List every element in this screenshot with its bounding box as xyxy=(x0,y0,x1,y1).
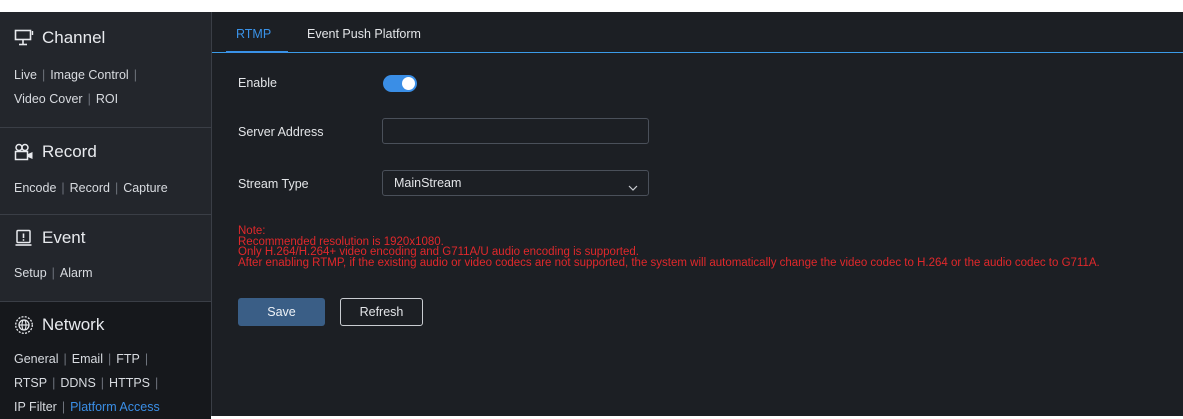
network-links: General | Email | FTP | RTSP | DDNS | HTTPS | IP F… xyxy=(14,352,160,414)
sidebar-link-ddns[interactable]: DDNS xyxy=(60,376,95,390)
note-line-codec-change: After enabling RTMP, if the existing aud… xyxy=(238,256,1100,269)
sidebar-section-channel: Channel Live | Image Control | Video Cover |… xyxy=(0,12,211,128)
stream-type-value: MainStream xyxy=(394,176,462,190)
note-block: Note: Recommended resolution is 1920x108… xyxy=(238,226,1100,268)
sidebar-link-email[interactable]: Email xyxy=(72,352,103,366)
sidebar-title-network: Network xyxy=(42,314,105,334)
sidebar-title-event: Event xyxy=(42,228,86,247)
sidebar-header-event[interactable]: Event xyxy=(0,215,211,261)
sidebar-link-roi[interactable]: ROI xyxy=(96,92,118,106)
refresh-button[interactable]: Refresh xyxy=(340,298,423,326)
sidebar-link-platform-access[interactable]: Platform Access xyxy=(70,400,160,414)
sidebar-link-setup[interactable]: Setup xyxy=(14,266,47,280)
event-links: Setup | Alarm xyxy=(14,266,93,280)
save-button[interactable]: Save xyxy=(238,298,325,326)
sidebar-header-channel[interactable]: Channel xyxy=(0,12,211,63)
tab-rtmp[interactable]: RTMP xyxy=(226,12,288,53)
monitor-icon xyxy=(14,28,34,48)
sidebar-link-capture[interactable]: Capture xyxy=(123,181,167,195)
stream-type-select[interactable]: MainStream xyxy=(382,170,649,196)
tab-event-push-platform[interactable]: Event Push Platform xyxy=(307,12,421,52)
note-title: Note: xyxy=(238,225,266,237)
note-line-encoding: Only H.264/H.264+ video encoding and G71… xyxy=(238,246,639,258)
server-address-input[interactable] xyxy=(382,118,649,144)
enable-label: Enable xyxy=(238,76,277,90)
tab-bar: RTMP Event Push Platform xyxy=(212,12,1183,53)
sidebar-link-ftp[interactable]: FTP xyxy=(116,352,140,366)
chevron-down-icon xyxy=(628,177,638,191)
sidebar-header-network[interactable]: Network xyxy=(0,302,211,347)
sidebar-link-record[interactable]: Record xyxy=(70,181,110,195)
globe-icon xyxy=(14,315,34,335)
enable-toggle[interactable] xyxy=(383,75,417,92)
channel-links: Live | Image Control | Video Cover | ROI xyxy=(14,68,137,106)
sidebar-link-rtsp[interactable]: RTSP xyxy=(14,376,47,390)
stream-type-label: Stream Type xyxy=(238,177,309,191)
sidebar: Channel Live | Image Control | Video Cover |… xyxy=(0,12,212,419)
sidebar-link-general[interactable]: General xyxy=(14,352,58,366)
sidebar-title-record: Record xyxy=(42,142,97,161)
main-panel: RTMP Event Push Platform Enable Server A… xyxy=(212,12,1183,416)
toggle-knob xyxy=(402,77,415,90)
record-links: Encode | Record | Capture xyxy=(14,181,168,195)
sidebar-link-https[interactable]: HTTPS xyxy=(109,376,150,390)
sidebar-header-record[interactable]: Record xyxy=(0,128,211,176)
sidebar-link-image-control[interactable]: Image Control xyxy=(50,68,129,82)
sidebar-section-event: Event Setup | Alarm xyxy=(0,215,211,302)
sidebar-section-record: Record Encode | Record | Capture xyxy=(0,128,211,215)
sidebar-title-channel: Channel xyxy=(42,27,106,47)
sidebar-section-network: Network General | Email | FTP | RTSP | DDNS | HTT… xyxy=(0,302,211,419)
alarm-light-icon xyxy=(14,228,34,248)
sidebar-link-ip-filter[interactable]: IP Filter xyxy=(14,400,57,414)
sidebar-link-video-cover[interactable]: Video Cover xyxy=(14,92,83,106)
sidebar-link-live[interactable]: Live xyxy=(14,68,37,82)
sidebar-link-alarm[interactable]: Alarm xyxy=(60,266,93,280)
server-address-label: Server Address xyxy=(238,125,324,139)
camera-recorder-icon xyxy=(14,142,34,162)
sidebar-link-encode[interactable]: Encode xyxy=(14,181,56,195)
